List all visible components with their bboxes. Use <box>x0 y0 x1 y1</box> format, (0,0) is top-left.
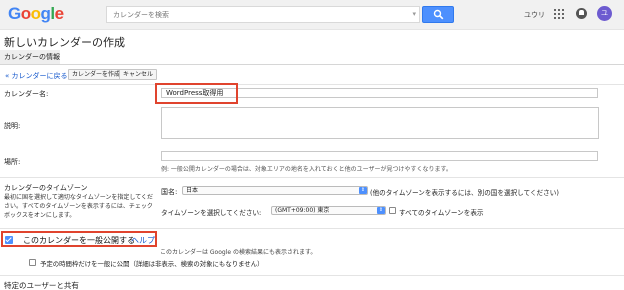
notifications-icon[interactable] <box>576 8 587 19</box>
avatar[interactable]: ユ <box>597 6 612 21</box>
divider <box>0 228 624 229</box>
search-input[interactable] <box>107 7 407 22</box>
make-public-checkbox[interactable] <box>5 236 13 244</box>
country-select[interactable]: 日本 ⇕ <box>182 186 368 195</box>
logo-letter: G <box>8 4 21 23</box>
public-note: このカレンダーは Google の検索結果にも表示されます。 <box>160 249 317 256</box>
make-public-label: このカレンダーを一般公開する <box>23 236 135 245</box>
search-button[interactable] <box>422 6 454 23</box>
timezone-description: 最初に国を選択して適切なタイムゾーンを指定してください。すべてのタイムゾーンを表… <box>4 194 154 219</box>
divider <box>0 64 624 65</box>
divider <box>0 275 624 276</box>
description-label: 説明: <box>4 122 21 130</box>
logo-letter: e <box>54 4 64 23</box>
country-value: 日本 <box>186 187 199 194</box>
chevron-updown-icon: ⇕ <box>377 207 385 214</box>
place-hint: 例: 一般公開カレンダーの場合は、対象エリアの地名を入れておくと他のユーザーが見… <box>161 166 452 173</box>
chevron-updown-icon: ⇕ <box>359 187 367 194</box>
country-note: (他のタイムゾーンを表示するには、別の国を選択してください) <box>370 189 559 197</box>
timezone-label: カレンダーのタイムゾーン <box>4 184 88 192</box>
cancel-button[interactable]: キャンセル <box>119 69 158 80</box>
share-section-title: 特定のユーザーと共有 <box>4 281 79 290</box>
chevron-down-icon[interactable]: ▾ <box>412 10 416 18</box>
place-field[interactable] <box>161 151 598 161</box>
free-busy-only-label: 予定の時間枠だけを一般に公開（詳細は非表示、検索の対象にもなりません） <box>40 260 264 268</box>
timezone-select[interactable]: (GMT+09:00) 東京 ⇕ <box>271 206 386 215</box>
country-label: 国名: <box>161 188 178 196</box>
page-title: 新しいカレンダーの作成 <box>4 36 125 49</box>
show-all-timezones-checkbox[interactable] <box>389 207 396 214</box>
place-label: 場所: <box>4 158 21 166</box>
back-to-calendar-link[interactable]: « カレンダーに戻る <box>5 71 68 81</box>
description-field[interactable] <box>161 107 599 139</box>
create-calendar-button[interactable]: カレンダーを作成 <box>68 69 125 80</box>
logo-letter: g <box>40 4 51 23</box>
user-name[interactable]: ユウリ <box>524 10 545 20</box>
divider <box>0 84 624 85</box>
logo-letter: o <box>30 4 41 23</box>
top-bar: Google ▾ ユウリ ユ <box>0 0 624 30</box>
tab-calendar-details[interactable]: カレンダーの情報 <box>0 50 60 64</box>
help-link[interactable]: ヘルプ <box>131 235 155 246</box>
divider <box>0 177 624 178</box>
timezone-value: (GMT+09:00) 東京 <box>275 207 330 214</box>
calendar-name-label: カレンダー名: <box>4 90 49 98</box>
search-box: ▾ <box>106 6 420 23</box>
show-all-timezones-label: すべてのタイムゾーンを表示 <box>399 209 484 217</box>
apps-grid-icon[interactable] <box>554 9 564 19</box>
logo-letter: o <box>20 4 31 23</box>
name-highlight-box <box>155 83 238 104</box>
free-busy-only-checkbox[interactable] <box>29 259 36 266</box>
search-icon <box>433 9 444 20</box>
timezone-select-label: タイムゾーンを選択してください: <box>161 209 262 217</box>
google-logo[interactable]: Google <box>8 4 64 24</box>
